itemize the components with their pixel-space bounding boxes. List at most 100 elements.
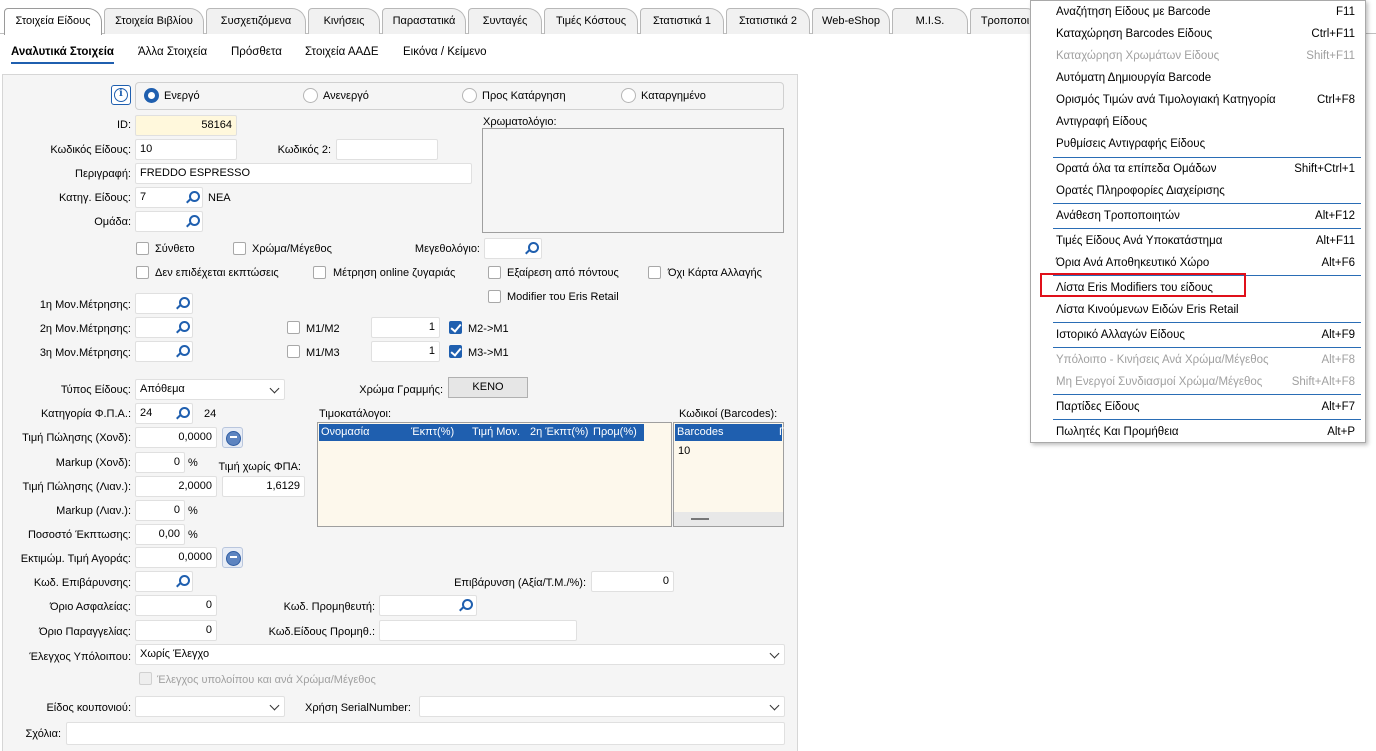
markup-r-pct: %: [188, 505, 198, 517]
coupon-label: Είδος κουπονιού:: [46, 702, 131, 714]
tab-statistics-1[interactable]: Στατιστικά 1: [640, 8, 724, 34]
barcode-row[interactable]: 10: [678, 445, 690, 457]
barcodes-scrollbar[interactable]: [674, 512, 783, 526]
m1m2-label: M1/M2: [306, 323, 340, 335]
menu-item-storage-limits[interactable]: Όρια Ανά Αποθηκευτικό Χώρο Alt+F6: [1031, 252, 1365, 274]
menu-item-change-history[interactable]: Ιστορικό Αλλαγών Είδους Alt+F9: [1031, 324, 1365, 346]
no-change-card-checkbox[interactable]: [648, 266, 661, 279]
wholesale-field[interactable]: 0,0000: [135, 427, 217, 448]
vat-label: Κατηγορία Φ.Π.Α.:: [40, 408, 131, 420]
subtab-other[interactable]: Άλλα Στοιχεία: [138, 46, 207, 62]
surcharge-code-label: Κωδ. Επιβάρυνσης:: [33, 577, 131, 589]
supplier-code-field[interactable]: [379, 620, 577, 641]
tab-cost-prices[interactable]: Τιμές Κόστους: [544, 8, 638, 34]
novat-field[interactable]: 1,6129: [222, 476, 305, 497]
line-color-box[interactable]: ΚΕΝΟ: [448, 377, 528, 398]
m1m2-ratio-field[interactable]: 1: [371, 317, 440, 338]
wholesale-calc-icon[interactable]: [222, 427, 243, 448]
chevron-down-icon: [269, 383, 280, 394]
coupon-select[interactable]: [135, 696, 285, 717]
reorder-field[interactable]: 0: [135, 620, 217, 641]
description-field[interactable]: FREDDO ESPRESSO: [135, 163, 472, 184]
m1m3-checkbox[interactable]: [287, 345, 300, 358]
code-field[interactable]: 10: [135, 139, 237, 160]
surcharge-field[interactable]: 0: [591, 571, 674, 592]
tab-book-details[interactable]: Στοιχεία Βιβλίου: [104, 8, 204, 34]
menu-item-prices-by-category[interactable]: Ορισμός Τιμών ανά Τιμολογιακή Κατηγορία C…: [1031, 89, 1365, 111]
discount-field[interactable]: 0,00: [135, 524, 185, 545]
no-change-card-label: Όχι Κάρτα Αλλαγής: [668, 267, 762, 279]
stock-control-select[interactable]: Χωρίς Έλεγχο: [135, 644, 785, 665]
category-search-icon[interactable]: [185, 190, 200, 204]
m3m1-checkbox[interactable]: [449, 345, 462, 358]
buyprice-calc-icon[interactable]: [222, 547, 243, 568]
tab-documents[interactable]: Παραστατικά: [382, 8, 466, 34]
m1m2-checkbox[interactable]: [287, 321, 300, 334]
menu-item-barcode-search[interactable]: Αναζήτηση Είδους με Barcode F11: [1031, 1, 1365, 23]
colorsize-checkbox[interactable]: [233, 242, 246, 255]
tab-related[interactable]: Συσχετιζόμενα: [206, 8, 306, 34]
col-discount: Έκπτ(%): [411, 426, 455, 438]
eris-modifier-checkbox[interactable]: [488, 290, 501, 303]
menu-item-group-levels[interactable]: Ορατά όλα τα επίπεδα Ομάδων Shift+Ctrl+1: [1031, 158, 1365, 180]
menu-item-copy-item[interactable]: Αντιγραφή Είδους: [1031, 111, 1365, 133]
subtab-extra[interactable]: Πρόσθετα: [231, 46, 282, 62]
m2m1-checkbox[interactable]: [449, 321, 462, 334]
menu-item-salespeople[interactable]: Πωλητές Και Προμήθεια Alt+P: [1031, 421, 1365, 443]
unit3-search-icon[interactable]: [175, 344, 190, 358]
info-icon[interactable]: [111, 85, 131, 105]
menu-item-assign-modifiers[interactable]: Ανάθεση Τροποποιητών Alt+F12: [1031, 205, 1365, 227]
col-discount2: 2η Έκπτ(%): [530, 426, 589, 438]
pricelists-grid[interactable]: Ονομασία Έκπτ(%) Τιμή Μον. 2η Έκπτ(%) Πρ…: [317, 422, 672, 527]
code2-label: Κωδικός 2:: [277, 144, 331, 156]
tab-web-eshop[interactable]: Web-eShop: [812, 8, 890, 34]
menu-item-copy-settings[interactable]: Ρυθμίσεις Αντιγραφής Είδους: [1031, 133, 1365, 155]
tab-mis[interactable]: M.I.S.: [892, 8, 968, 34]
online-scale-checkbox[interactable]: [313, 266, 326, 279]
item-type-select[interactable]: Απόθεμα: [135, 379, 285, 400]
code2-field[interactable]: [336, 139, 438, 160]
notes-field[interactable]: [66, 722, 785, 745]
points-exclusion-label: Εξαίρεση από πόντους: [507, 267, 619, 279]
surcharge-search-icon[interactable]: [175, 574, 190, 588]
vat-search-icon[interactable]: [175, 406, 190, 420]
menu-item-admin-info[interactable]: Ορατές Πληροφορίες Διαχείρισης: [1031, 180, 1365, 202]
retail-field[interactable]: 2,0000: [135, 476, 217, 497]
menu-item-branch-prices[interactable]: Τιμές Είδους Ανά Υποκατάστημα Alt+F11: [1031, 230, 1365, 252]
supplier-search-icon[interactable]: [458, 598, 473, 612]
status-active-radio[interactable]: [144, 88, 159, 103]
unit2-search-icon[interactable]: [175, 320, 190, 334]
tab-statistics-2[interactable]: Στατιστικά 2: [726, 8, 810, 34]
item-type-label: Τύπος Είδους:: [60, 384, 131, 396]
tab-movements[interactable]: Κινήσεις: [308, 8, 380, 34]
serial-select[interactable]: [419, 696, 785, 717]
sizechart-search-icon[interactable]: [524, 241, 539, 255]
composite-checkbox[interactable]: [136, 242, 149, 255]
tab-item-details[interactable]: Στοιχεία Είδους: [4, 8, 102, 35]
menu-separator: [1053, 394, 1361, 395]
menu-item-eris-moving-items[interactable]: Λίστα Κινούμενων Ειδών Eris Retail: [1031, 299, 1365, 321]
safety-field[interactable]: 0: [135, 595, 217, 616]
status-cancelled-radio[interactable]: [621, 88, 636, 103]
menu-item-auto-barcode[interactable]: Αυτόματη Δημιουργία Barcode: [1031, 67, 1365, 89]
markup-w-field[interactable]: 0: [135, 452, 185, 473]
markup-r-field[interactable]: 0: [135, 500, 185, 521]
subtab-aade[interactable]: Στοιχεία ΑΑΔΕ: [305, 46, 379, 62]
m1m3-ratio-field[interactable]: 1: [371, 341, 440, 362]
menu-item-barcodes-entry[interactable]: Καταχώρηση Barcodes Είδους Ctrl+F11: [1031, 23, 1365, 45]
status-to-cancel-radio[interactable]: [462, 88, 477, 103]
menu-item-batches[interactable]: Παρτίδες Είδους Alt+F7: [1031, 396, 1365, 418]
points-exclusion-checkbox[interactable]: [488, 266, 501, 279]
sizechart-label: Μεγεθολόγιο:: [414, 243, 480, 255]
subtab-analytic[interactable]: Αναλυτικά Στοιχεία: [11, 46, 114, 64]
unit1-search-icon[interactable]: [175, 296, 190, 310]
subtab-image-text[interactable]: Εικόνα / Κείμενο: [403, 46, 486, 62]
status-inactive-radio[interactable]: [303, 88, 318, 103]
tab-recipes[interactable]: Συνταγές: [468, 8, 542, 34]
barcodes-grid[interactable]: Barcodes Γ 10: [673, 422, 785, 527]
buyprice-field[interactable]: 0,0000: [135, 547, 217, 568]
colors-box[interactable]: [482, 128, 784, 233]
markup-w-pct: %: [188, 457, 198, 469]
no-discount-checkbox[interactable]: [136, 266, 149, 279]
group-search-icon[interactable]: [185, 214, 200, 228]
